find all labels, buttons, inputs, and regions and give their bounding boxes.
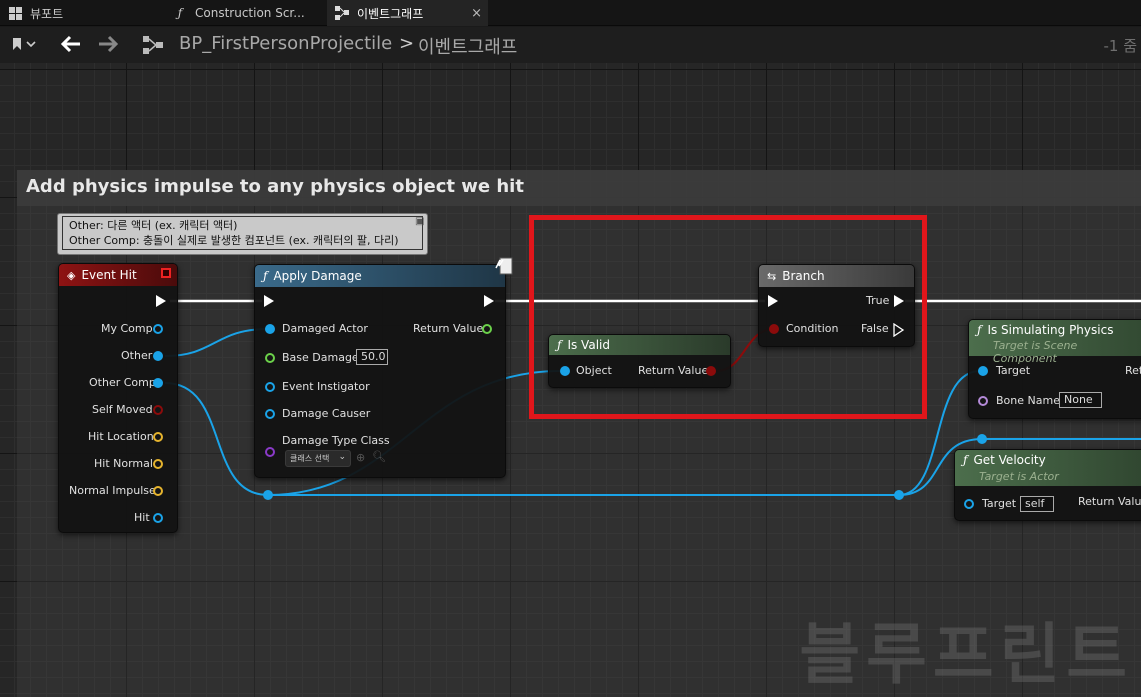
breadcrumb-graph[interactable]: 이벤트그래프: [418, 33, 517, 59]
base-damage-pin[interactable]: [265, 353, 275, 363]
damaged-actor-pin[interactable]: [265, 324, 275, 334]
other-comp-pin[interactable]: [153, 378, 163, 388]
class-select-dropdown[interactable]: 클래스 선택 ⌄: [285, 450, 351, 467]
node-subtitle: Target is Scene Component: [993, 339, 1078, 365]
tab-label: 이벤트그래프: [357, 6, 424, 21]
pin-label: Return Value: [413, 322, 484, 335]
tooltip-line: Other Comp: 충돌이 실제로 발생한 컴포넌트 (ex. 캐릭터의 팔…: [69, 234, 399, 247]
target-pin[interactable]: [978, 366, 988, 376]
viewport-icon: [8, 6, 22, 20]
pin-label: Other: [121, 349, 153, 362]
graph-watermark: 블루프린트: [799, 616, 1133, 693]
target-field[interactable]: self: [1020, 496, 1054, 512]
highlight-box: [529, 215, 927, 419]
pin-label: Hit Normal: [94, 457, 153, 470]
breadcrumb: BP_FirstPersonProjectile > 이벤트그래프 -1 줌: [0, 27, 1141, 63]
my-comp-pin[interactable]: [153, 324, 163, 334]
tooltip-line: Other: 다른 액터 (ex. 캐릭터 액터): [69, 219, 238, 232]
tab-construction-script[interactable]: ƒ Construction Scr...: [165, 0, 325, 26]
self-moved-pin[interactable]: [153, 405, 163, 415]
function-icon: ƒ: [963, 453, 968, 467]
event-icon: ◈: [67, 268, 76, 282]
exec-out-pin[interactable]: [484, 295, 494, 307]
node-title: Apply Damage: [273, 269, 362, 283]
pin-icon[interactable]: ▣: [415, 216, 425, 227]
dropdown-label: 클래스 선택: [290, 454, 330, 463]
pin-label: My Comp: [101, 322, 153, 335]
pin-label: Event Instigator: [282, 380, 370, 393]
bone-name-pin[interactable]: [978, 396, 988, 406]
node-subtitle: Target is Actor: [979, 470, 1059, 483]
tab-bar: 뷰포트 ƒ Construction Scr... 이벤트그래프 ×: [0, 0, 1141, 26]
exec-in-pin[interactable]: [264, 295, 274, 307]
return-value-pin[interactable]: [482, 324, 492, 334]
function-icon: ƒ: [977, 323, 982, 337]
function-icon: ƒ: [263, 269, 268, 283]
chevron-down-icon: ⌄: [338, 452, 346, 462]
graph-icon: [142, 35, 164, 55]
pin-label: Other Comp: [89, 376, 156, 389]
breadcrumb-blueprint[interactable]: BP_FirstPersonProjectile: [179, 33, 392, 54]
exec-out-pin[interactable]: [156, 295, 166, 307]
function-icon: ƒ: [177, 6, 183, 20]
base-damage-field[interactable]: 50.0: [356, 349, 388, 365]
pin-label: Base Damage: [282, 351, 359, 364]
pin-label: Damage Type Class: [282, 434, 390, 447]
node-title: Get Velocity: [973, 453, 1046, 467]
node-title: Is Simulating Physics: [987, 323, 1114, 337]
browse-icon[interactable]: 🔍︎: [372, 450, 386, 463]
tab-label: 뷰포트: [30, 6, 64, 21]
pin-label: Normal Impulse: [69, 484, 156, 497]
latent-network-icon: [494, 254, 516, 276]
graph-canvas[interactable]: Add physics impulse to any physics objec…: [0, 63, 1141, 697]
pin-label: Target: [996, 364, 1031, 377]
bone-name-field[interactable]: None: [1059, 392, 1102, 408]
pin-label: Ret: [1125, 364, 1141, 377]
pin-label: Hit Location: [88, 430, 154, 443]
hit-normal-pin[interactable]: [153, 459, 163, 469]
zoom-level: -1 줌: [1103, 37, 1137, 55]
normal-impulse-pin[interactable]: [153, 486, 163, 496]
use-selected-icon[interactable]: ⊕: [356, 451, 365, 464]
hit-location-pin[interactable]: [153, 432, 163, 442]
pin-label: Self Moved: [92, 403, 153, 416]
pin-label: Damage Causer: [282, 407, 371, 420]
comment-tooltip: Other: 다른 액터 (ex. 캐릭터 액터) Other Comp: 충돌…: [57, 213, 428, 255]
close-icon[interactable]: ×: [471, 6, 482, 21]
damage-causer-pin[interactable]: [265, 409, 275, 419]
pin-label: Bone Name: [996, 394, 1060, 407]
other-pin[interactable]: [153, 351, 163, 361]
target-pin[interactable]: [964, 499, 974, 509]
damage-type-class-pin[interactable]: [265, 447, 275, 457]
bookmark-icon[interactable]: [10, 36, 38, 52]
graph-icon: [335, 6, 349, 20]
pin-label: Return Value: [1078, 495, 1141, 508]
node-title: Event Hit: [81, 268, 137, 282]
pin-label: Target: [982, 497, 1017, 510]
delegate-pin-icon[interactable]: [161, 268, 171, 278]
pin-label: Hit: [134, 511, 150, 524]
event-instigator-pin[interactable]: [265, 382, 275, 392]
back-arrow-icon[interactable]: [60, 34, 82, 54]
hit-pin[interactable]: [153, 513, 163, 523]
tab-label: Construction Scr...: [195, 6, 305, 20]
forward-arrow-icon[interactable]: [97, 34, 119, 54]
pin-label: Damaged Actor: [282, 322, 368, 335]
breadcrumb-separator: >: [399, 33, 415, 54]
tab-viewport[interactable]: 뷰포트: [0, 0, 160, 26]
tab-event-graph[interactable]: 이벤트그래프 ×: [327, 0, 488, 26]
